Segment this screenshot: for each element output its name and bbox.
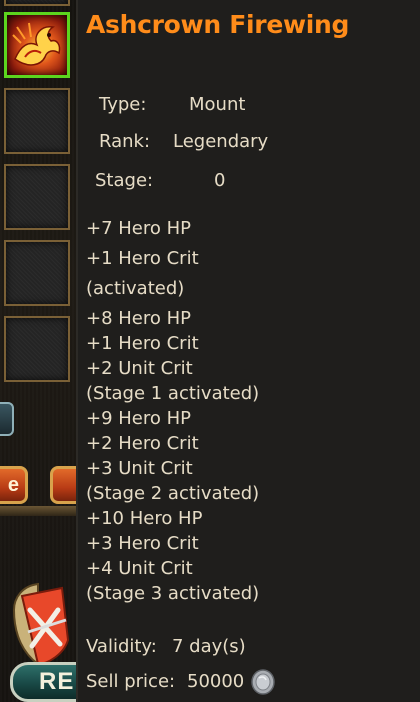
stat-line: (Stage 3 activated) <box>86 583 260 604</box>
re-banner-button[interactable]: RE <box>10 662 76 702</box>
inventory-slot[interactable] <box>4 0 70 6</box>
stage-label: Stage: <box>95 170 154 191</box>
stat-line: +9 Hero HP <box>86 408 191 429</box>
inventory-slot[interactable] <box>4 240 70 306</box>
stat-line: +4 Unit Crit <box>86 558 193 579</box>
rank-label: Rank: <box>99 131 151 152</box>
stat-line: (activated) <box>86 278 185 299</box>
re-banner-label: RE <box>39 668 75 695</box>
stat-line: +7 Hero HP <box>86 218 191 239</box>
validity-value: 7 day(s) <box>172 636 246 657</box>
stat-line: +1 Hero Crit <box>86 248 199 269</box>
sell-price-label: Sell price: <box>86 671 176 692</box>
tab-button-label: e <box>7 474 19 496</box>
item-tooltip-panel: Ashcrown Firewing Type: Mount Rank: Lege… <box>76 0 420 702</box>
stat-line: +1 Hero Crit <box>86 333 199 354</box>
validity-label: Validity: <box>86 636 157 657</box>
stat-line: (Stage 1 activated) <box>86 383 260 404</box>
stat-line: +3 Hero Crit <box>86 533 199 554</box>
stat-line: +2 Hero Crit <box>86 433 199 454</box>
stat-line: +2 Unit Crit <box>86 358 193 379</box>
inventory-strip: e RE <box>0 0 76 702</box>
silver-coin-icon <box>251 669 275 695</box>
side-toggle-button[interactable] <box>0 402 14 436</box>
tab-button[interactable]: e <box>0 466 28 504</box>
stat-line: +3 Unit Crit <box>86 458 193 479</box>
stage-value: 0 <box>214 170 226 191</box>
stat-line: +10 Hero HP <box>86 508 203 529</box>
item-title: Ashcrown Firewing <box>86 10 350 39</box>
fire-dragon-icon <box>12 22 61 66</box>
type-label: Type: <box>99 94 147 115</box>
inventory-slot[interactable] <box>4 164 70 230</box>
divider-rail <box>0 506 76 516</box>
stat-line: (Stage 2 activated) <box>86 483 260 504</box>
tab-button[interactable] <box>50 466 76 504</box>
inventory-slot[interactable] <box>4 316 70 382</box>
inventory-slot[interactable] <box>4 88 70 154</box>
rank-value: Legendary <box>173 131 269 152</box>
sell-price-value: 50000 <box>187 671 245 692</box>
sword-shield-emblem-icon <box>12 582 70 666</box>
inventory-slot-selected[interactable] <box>4 12 70 78</box>
stat-line: +8 Hero HP <box>86 308 191 329</box>
type-value: Mount <box>189 94 246 115</box>
